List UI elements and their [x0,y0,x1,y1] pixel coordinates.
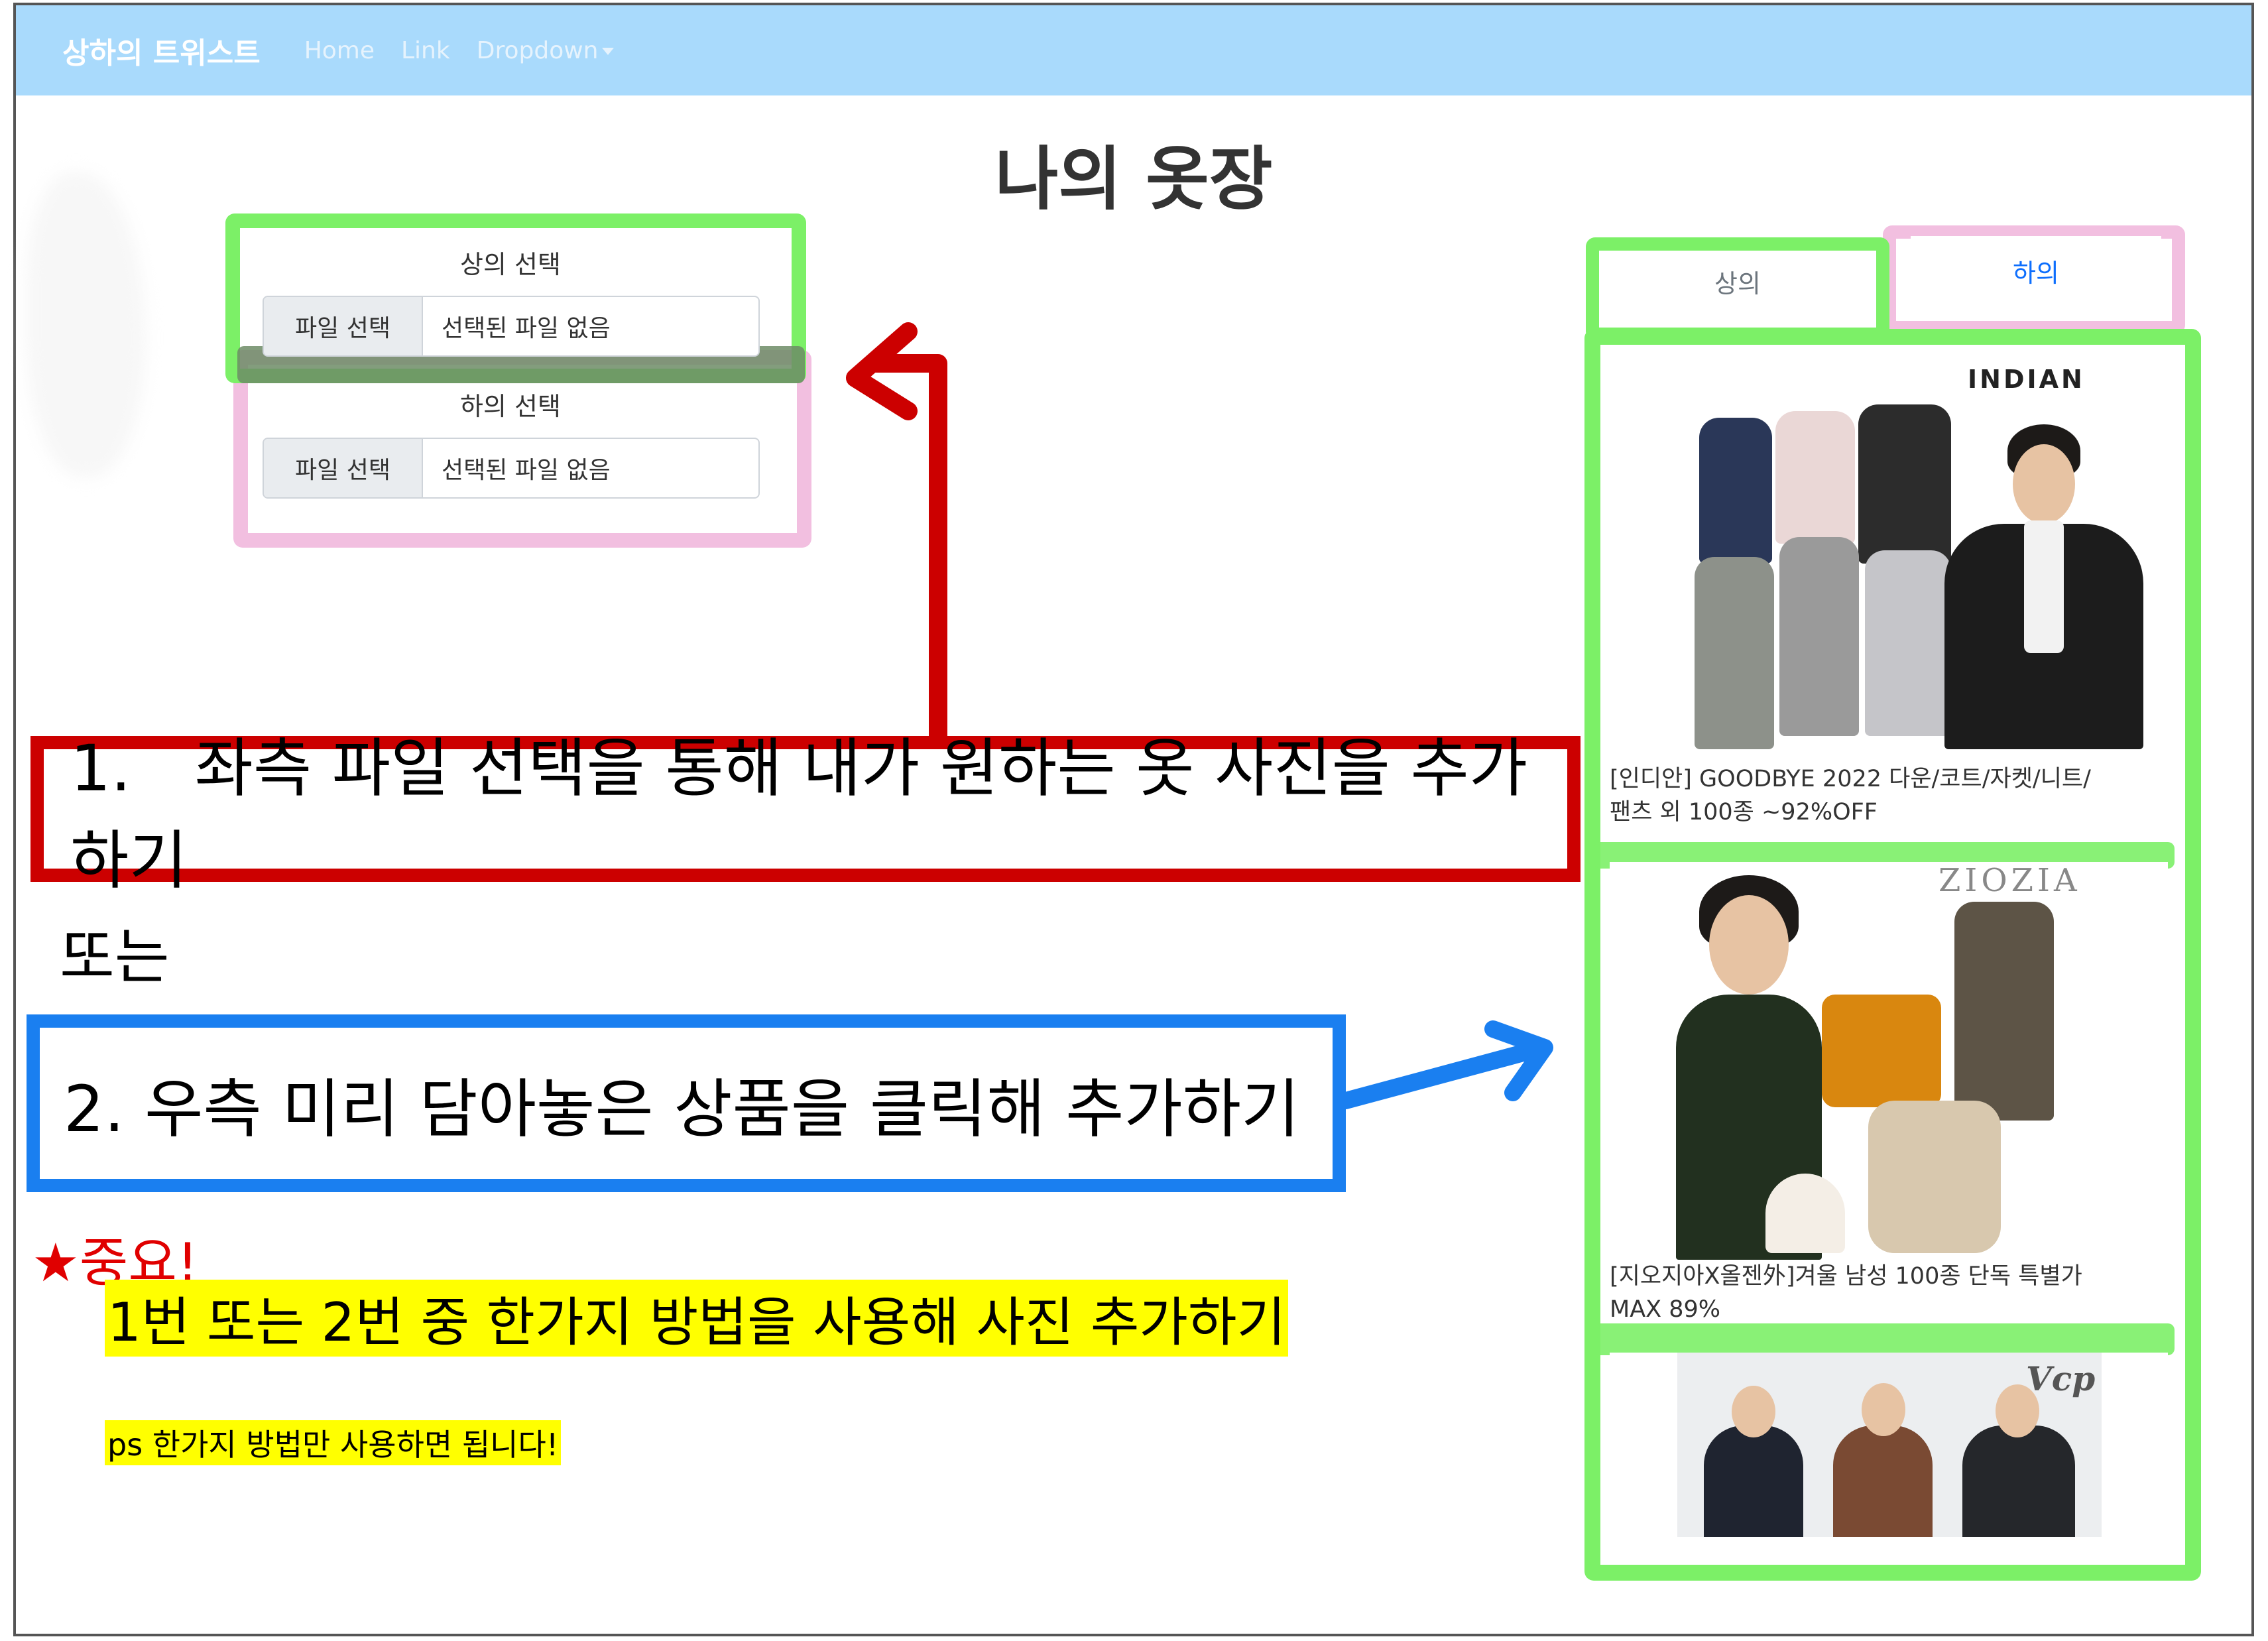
product-card-ziozia[interactable]: ZIOZIA [지오지아X올젠外]겨울 남성 100종 단독 특별가 MAX 8… [1610,862,2168,1339]
coat-pink [1775,411,1855,544]
knit-cream [1765,1174,1845,1253]
model-collar [2024,520,2064,653]
model3-left-head [1732,1386,1775,1437]
product-image-vcp: Vcp [1677,1353,2102,1537]
top-upload-label: 상의 선택 [460,250,561,279]
model3-right-body [1962,1426,2075,1537]
tab-bottom[interactable]: 하의 [1911,236,2161,305]
bottom-file-select-button[interactable]: 파일 선택 [264,439,423,497]
tab-top[interactable]: 상의 [1614,251,1862,312]
page-title: 나의 옷장 [994,139,1273,219]
model3-mid-head [1862,1383,1905,1436]
product-caption-ziozia-2: MAX 89% [1610,1296,1721,1323]
top-file-status: 선택된 파일 없음 [442,315,611,342]
coat-grey [1695,557,1774,749]
model-head [2013,444,2075,524]
navbar-brand[interactable]: 상하의 트위스트 [62,29,261,72]
product-divider-2 [1594,1323,2175,1355]
coat-plaid [1954,902,2054,1121]
nav-dropdown[interactable]: Dropdown [477,37,615,64]
model3-left-body [1704,1426,1803,1537]
product-caption-indian-2: 팬츠 외 100종 ~92%OFF [1610,799,1878,825]
caret-down-icon [602,48,615,55]
top-file-select-button[interactable]: 파일 선택 [264,297,423,355]
tab-top-label: 상의 [1714,269,1761,298]
product-caption-indian-1: [인디안] GOODBYE 2022 다운/코트/자켓/니트/ [1610,766,2091,792]
nav-dropdown-label: Dropdown [476,36,599,64]
product-image-ziozia: ZIOZIA [1610,862,2168,1260]
nav-link-link[interactable]: Link [401,37,450,64]
product-card-indian[interactable]: INDIAN [인디안] GOODBYE 2022 다운/코트/자켓/니트/ 팬… [1610,358,2168,839]
model3-mid-body [1833,1426,1933,1537]
coat-check [1779,537,1859,736]
ps-note: ps 한가지 방법만 사용하면 됩니다! [105,1420,562,1465]
product-brand-vcp: Vcp [2026,1359,2096,1398]
jacket-fleece [1868,1101,2001,1253]
model2-head [1709,895,1789,995]
coat-light-grey [1865,550,1951,736]
step2-text: 2. 우측 미리 담아놓은 상품을 클릭해 추가하기 [64,1071,1300,1146]
step1-text: 1. 좌측 파일 선택을 통해 내가 원하는 옷 사진을 추가하기 [70,731,1528,898]
bottom-file-status: 선택된 파일 없음 [442,457,611,484]
product-brand-ziozia: ZIOZIA [1939,862,2081,899]
product-brand-indian: INDIAN [1968,365,2085,394]
step1-box: 1. 좌측 파일 선택을 통해 내가 원하는 옷 사진을 추가하기 [30,731,1581,898]
top-file-input[interactable]: 파일 선택 선택된 파일 없음 [263,296,760,357]
important-note: 1번 또는 2번 중 한가지 방법을 사용해 사진 추가하기 [105,1280,1289,1357]
product-caption-ziozia-1: [지오지아X올젠外]겨울 남성 100종 단독 특별가 [1610,1263,2082,1290]
bottom-file-input[interactable]: 파일 선택 선택된 파일 없음 [263,438,760,499]
sweater-orange [1822,995,1941,1107]
bottom-upload-label: 하의 선택 [460,392,561,421]
coat-navy [1699,418,1772,564]
product-image-indian: INDIAN [1610,358,2168,769]
step2-box: 2. 우측 미리 담아놓은 상품을 클릭해 추가하기 [27,1014,1346,1192]
navbar: 상하의 트위스트 Home Link Dropdown [16,5,2251,95]
nav-link-home[interactable]: Home [304,37,375,64]
coat-black-padded [1858,404,1951,564]
product-card-vcp[interactable]: Vcp [1610,1353,2168,1537]
model3-right-head [1996,1384,2039,1437]
or-text: 또는 [60,922,170,992]
tab-bottom-label: 하의 [2013,258,2059,288]
